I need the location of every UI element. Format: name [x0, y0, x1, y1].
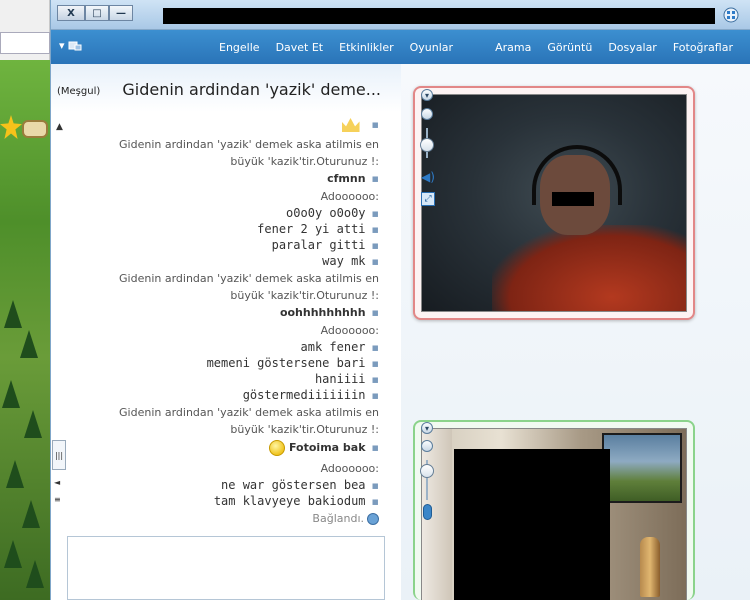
redaction-block: [454, 449, 610, 600]
crown-line: ▪: [341, 118, 379, 132]
list-item: büyük 'kazik'tir.Oturunuz !:: [230, 423, 379, 436]
menu-dropdown[interactable]: ▾: [59, 39, 82, 52]
messenger-window: X □ — ▾ Engelle Davet Et Etkinlikler Oyu…: [50, 0, 750, 600]
list-item: Adoooooo:: [320, 324, 379, 337]
maximize-button[interactable]: □: [85, 5, 109, 21]
list-item: way mk ▪: [322, 254, 379, 268]
webcam-settings-icon[interactable]: [421, 108, 433, 120]
webcam-video-1: [421, 94, 687, 312]
webcam-controls-1: ▾ ◀) ⤢: [413, 88, 437, 218]
menu-item-fotograflar[interactable]: Fotoğraflar: [665, 41, 741, 54]
wall-poster-image: [602, 433, 682, 503]
list-item: amk fener ▪: [300, 340, 380, 354]
status-badge: (Meşgul): [57, 86, 101, 97]
menu-bar: ▾ Engelle Davet Et Etkinlikler Oyunlar A…: [51, 30, 750, 64]
message-input[interactable]: [67, 536, 385, 600]
fullscreen-icon[interactable]: ⤢: [421, 192, 435, 206]
smiley-icon: [268, 440, 285, 456]
list-item: Fotoima bak ▪: [268, 440, 379, 456]
webcam-controls-2: ▾: [413, 420, 437, 530]
chat-log: ▪ Gidenin ardindan 'yazik' demek aska at…: [51, 112, 401, 532]
list-item: paralar gitti ▪: [271, 238, 379, 252]
list-item: cfmnn ▪: [327, 172, 379, 185]
menu-item-etkinlikler[interactable]: Etkinlikler: [331, 41, 402, 54]
connected-icon: [367, 513, 379, 525]
list-item: tam klavyeye bakiodum ▪: [213, 494, 379, 508]
close-button[interactable]: X: [57, 5, 85, 21]
menu-item-davet-et[interactable]: Davet Et: [268, 41, 332, 54]
webcam-pane: [401, 64, 750, 600]
webcam-video-2: [421, 428, 687, 600]
webcam-settings-icon[interactable]: [421, 440, 433, 452]
volume-slider[interactable]: [420, 464, 434, 478]
redacted-title: [163, 8, 715, 24]
list-item: Gidenin ardindan 'yazik' demek aska atil…: [119, 406, 379, 419]
list-item: göstermediiiiiiin ▪: [242, 388, 379, 402]
background-browser-toolbar: [0, 0, 50, 60]
menu-item-dosyalar[interactable]: Dosyalar: [600, 41, 665, 54]
menu-item-goruntu[interactable]: Görüntü: [539, 41, 600, 54]
list-item: o0o0y o0o0y ▪: [286, 206, 379, 220]
messenger-app-icon: [723, 7, 739, 23]
list-item: Gidenin ardindan 'yazik' demek aska atil…: [119, 138, 379, 151]
list-item: Adoooooo:: [320, 462, 379, 475]
collapse-chevron-icon[interactable]: ▾: [421, 89, 433, 101]
list-item: Gidenin ardindan 'yazik' demek aska atil…: [119, 272, 379, 285]
side-panel-handle[interactable]: |||: [52, 440, 66, 470]
list-item: haniiii ▪: [314, 372, 379, 386]
toolbar-options-icon: [68, 41, 82, 50]
list-item: memeni göstersene bari ▪: [206, 356, 379, 370]
redaction-bar: [552, 192, 594, 206]
side-arrow-icon: ◄: [54, 478, 61, 487]
chat-header: (Meşgul) Gidenin ardindan 'yazik' deme..…: [51, 64, 401, 112]
webcam-view-2: [413, 420, 695, 600]
connection-status: Bağlandı.: [312, 512, 379, 525]
title-bar: X □ —: [51, 0, 750, 30]
side-mark-icon: ≡: [54, 495, 61, 504]
volume-slider[interactable]: [420, 138, 434, 152]
webcam-view-1: [413, 86, 695, 320]
microphone-icon[interactable]: [423, 504, 432, 520]
minimize-button[interactable]: —: [109, 5, 133, 21]
list-item: Adoooooo:: [320, 190, 379, 203]
chevron-down-icon: ▾: [59, 39, 65, 52]
menu-item-oyunlar[interactable]: Oyunlar: [402, 41, 461, 54]
list-item: büyük 'kazik'tir.Oturunuz !:: [230, 289, 379, 302]
contact-name: Gidenin ardindan 'yazik' deme...: [122, 80, 381, 99]
menu-item-arama[interactable]: Arama: [487, 41, 539, 54]
list-item: ne war göstersen bea ▪: [221, 478, 379, 492]
list-item: fener 2 yi atti ▪: [257, 222, 379, 236]
list-item: oohhhhhhhhh ▪: [279, 306, 379, 319]
background-address-bar: [0, 32, 50, 54]
background-game-area: [0, 60, 50, 600]
star-icon: [0, 115, 22, 139]
menu-item-engelle[interactable]: Engelle: [211, 41, 268, 54]
list-item: büyük 'kazik'tir.Oturunuz !:: [230, 155, 379, 168]
speaker-icon[interactable]: ◀): [421, 170, 435, 184]
background-game-button: [22, 120, 48, 138]
crown-icon: [341, 118, 360, 132]
collapse-chevron-icon[interactable]: ▾: [421, 422, 433, 434]
